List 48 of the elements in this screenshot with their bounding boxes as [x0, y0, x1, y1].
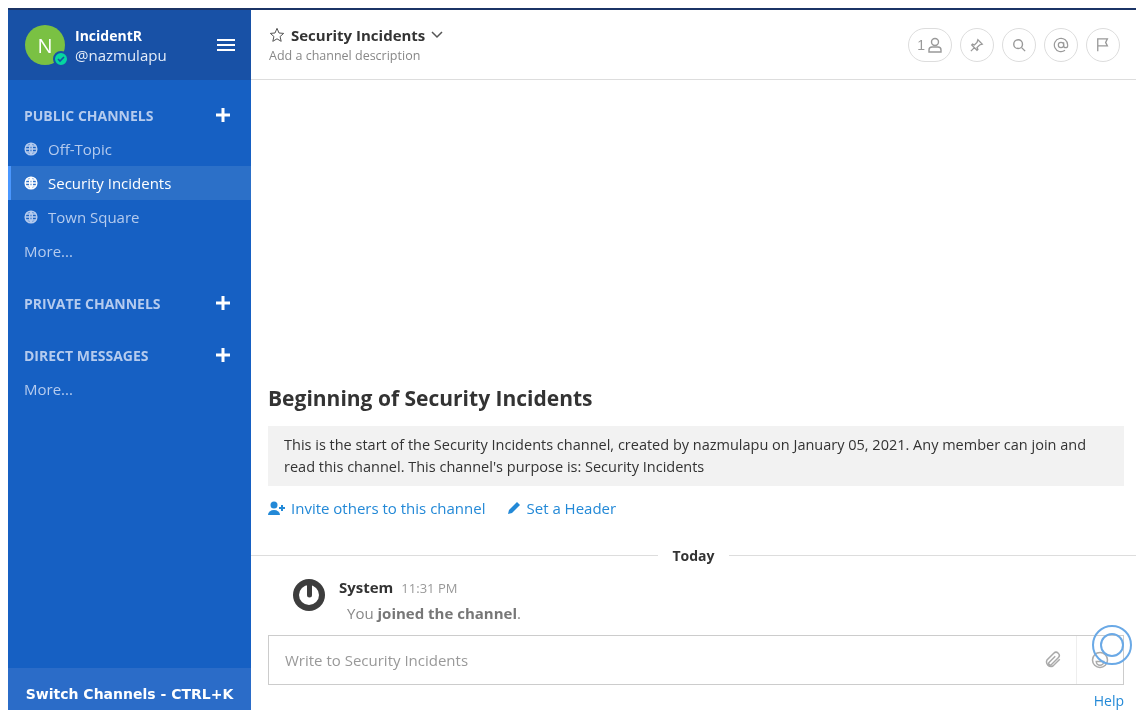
switch-channels-button[interactable]: Switch Channels - CTRL+K: [8, 668, 251, 710]
section-title: DIRECT MESSAGES: [24, 345, 149, 365]
more-link[interactable]: More...: [8, 372, 251, 406]
invite-link[interactable]: Invite others to this channel: [268, 498, 486, 518]
channel-title[interactable]: Security Incidents: [291, 25, 426, 45]
add-channel-button[interactable]: [215, 295, 231, 311]
mentions-button[interactable]: [1044, 27, 1078, 62]
channel-item[interactable]: Off-Topic: [8, 132, 251, 166]
add-channel-button[interactable]: [215, 347, 231, 363]
channel-item[interactable]: Security Incidents: [8, 166, 251, 200]
star-icon[interactable]: [269, 27, 285, 43]
at-sign-icon: [1053, 36, 1069, 53]
system-avatar-icon: [291, 577, 327, 613]
chevron-down-icon[interactable]: [431, 31, 444, 39]
message-author: System: [339, 577, 394, 597]
plus-icon: [215, 107, 231, 123]
channel-description[interactable]: Add a channel description: [269, 47, 444, 64]
username: @nazmulapu: [75, 44, 168, 65]
more-link[interactable]: More...: [8, 234, 251, 268]
add-channel-button[interactable]: [215, 107, 231, 123]
help-link[interactable]: Help: [1093, 691, 1124, 710]
message-time: 11:31 PM: [401, 579, 458, 597]
paperclip-icon: [1044, 651, 1062, 669]
channel-item[interactable]: Town Square: [8, 200, 251, 234]
add-user-icon: [268, 501, 286, 515]
search-icon: [1012, 37, 1026, 52]
globe-icon: [24, 142, 38, 156]
date-separator: Today: [672, 546, 715, 565]
section-title: PUBLIC CHANNELS: [24, 105, 154, 125]
pin-icon: [970, 37, 984, 52]
team-avatar[interactable]: N: [25, 25, 65, 65]
menu-button[interactable]: [217, 38, 235, 52]
message-text: You joined the channel.: [346, 603, 521, 623]
ring-icon: [1092, 625, 1132, 665]
globe-icon: [24, 210, 38, 224]
members-button[interactable]: 1: [908, 27, 952, 62]
plus-icon: [215, 295, 231, 311]
plus-icon: [215, 347, 231, 363]
team-name: IncidentR: [75, 25, 143, 45]
flag-icon: [1096, 37, 1110, 52]
section-title: PRIVATE CHANNELS: [24, 293, 161, 313]
pencil-icon: [507, 501, 522, 515]
globe-icon: [24, 176, 38, 190]
person-icon: [927, 36, 943, 53]
smiley-icon: [1091, 651, 1109, 669]
intro-title: Beginning of Security Incidents: [268, 384, 594, 412]
set-header-link[interactable]: Set a Header: [507, 498, 617, 518]
intro-text: This is the start of the Security Incidents channel, created by nazmulapu on January 05, 2021. Any member can join and read this channel. This channel's purpose is: Security Incidents: [268, 426, 1124, 486]
